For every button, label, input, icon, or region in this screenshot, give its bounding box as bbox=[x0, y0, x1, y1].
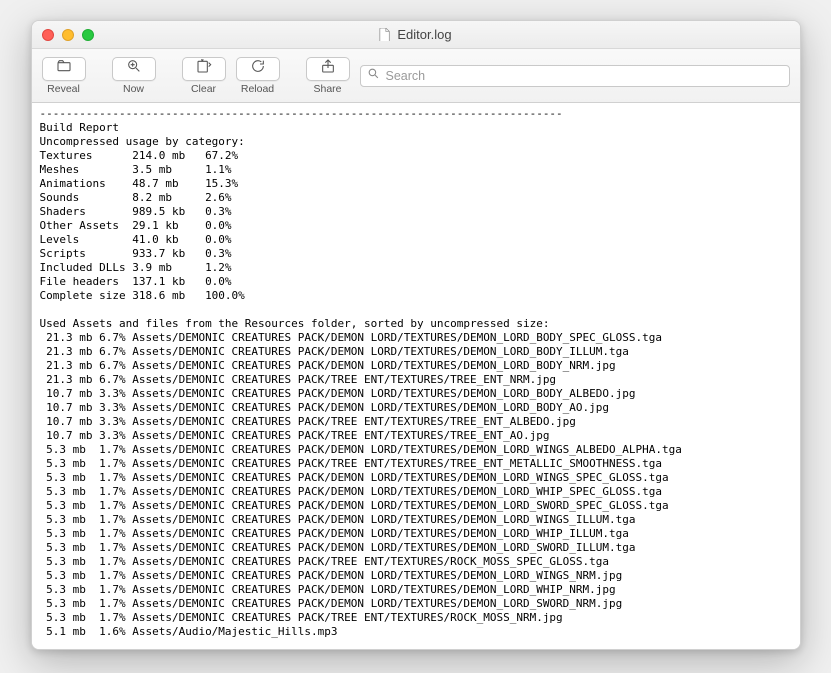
share-group: Share bbox=[306, 57, 350, 95]
toolbar: Reveal Now Clear bbox=[32, 49, 800, 103]
titlebar[interactable]: Editor.log bbox=[32, 21, 800, 49]
traffic-lights bbox=[32, 29, 94, 41]
folder-icon bbox=[56, 58, 72, 79]
reveal-button[interactable] bbox=[42, 57, 86, 81]
now-label: Now bbox=[123, 83, 144, 95]
reload-group: Reload bbox=[236, 57, 280, 95]
reload-icon bbox=[250, 58, 266, 79]
reveal-label: Reveal bbox=[47, 83, 80, 95]
search-input[interactable] bbox=[386, 69, 783, 83]
search-icon bbox=[367, 67, 380, 85]
share-button[interactable] bbox=[306, 57, 350, 81]
search-wrap bbox=[360, 65, 790, 87]
reload-button[interactable] bbox=[236, 57, 280, 81]
now-button[interactable] bbox=[112, 57, 156, 81]
minimize-button[interactable] bbox=[62, 29, 74, 41]
zoom-button[interactable] bbox=[82, 29, 94, 41]
clear-icon bbox=[196, 58, 212, 79]
document-icon bbox=[379, 28, 391, 42]
magnifier-plus-icon bbox=[126, 58, 142, 79]
window-title: Editor.log bbox=[397, 27, 451, 42]
reload-label: Reload bbox=[241, 83, 274, 95]
share-label: Share bbox=[313, 83, 341, 95]
window-title-wrap: Editor.log bbox=[32, 27, 800, 42]
app-window: Editor.log Reveal Now bbox=[31, 20, 801, 650]
close-button[interactable] bbox=[42, 29, 54, 41]
reveal-group: Reveal bbox=[42, 57, 86, 95]
log-content[interactable]: ----------------------------------------… bbox=[32, 103, 800, 649]
now-group: Now bbox=[112, 57, 156, 95]
clear-button[interactable] bbox=[182, 57, 226, 81]
clear-group: Clear bbox=[182, 57, 226, 95]
search-field[interactable] bbox=[360, 65, 790, 87]
clear-label: Clear bbox=[191, 83, 216, 95]
share-icon bbox=[320, 58, 336, 79]
